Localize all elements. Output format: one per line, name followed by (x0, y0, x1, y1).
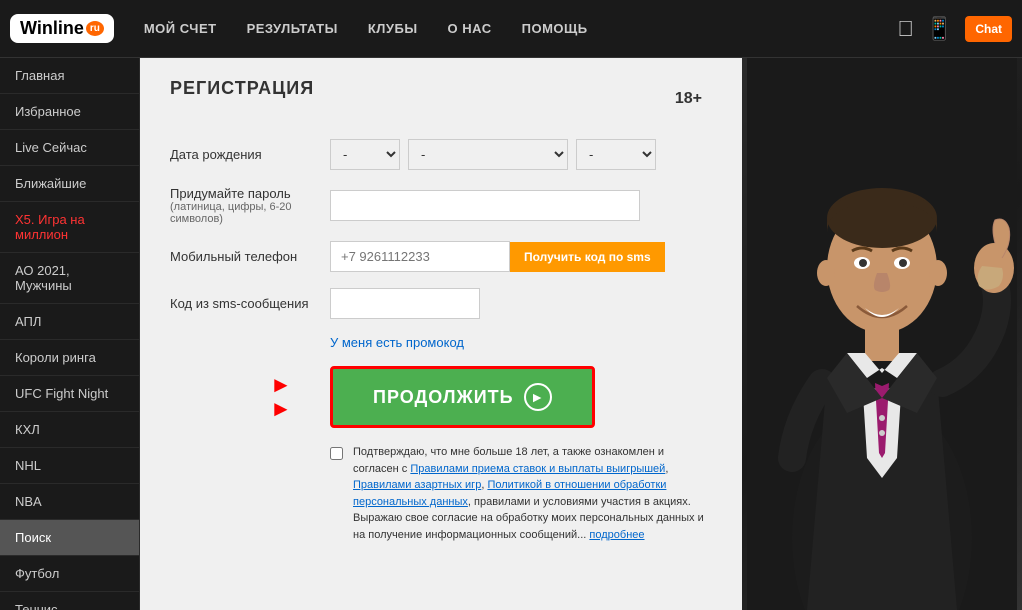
terms-checkbox-row: Подтверждаю, что мне больше 18 лет, а та… (330, 444, 712, 543)
apple-icon[interactable]:  (897, 16, 914, 42)
dob-month-select[interactable]: - (408, 139, 568, 170)
man-figure (747, 58, 1017, 610)
sidebar-item-x5[interactable]: Х5. Игра на миллион (0, 202, 139, 253)
promo-link[interactable]: У меня есть промокод (330, 335, 712, 350)
android-icon[interactable]: 📱 (926, 16, 953, 42)
password-hint: (латиница, цифры, 6-20 символов) (170, 201, 330, 225)
nav-about[interactable]: О НАС (448, 21, 492, 36)
continue-label: ПРОДОЛЖИТЬ (373, 387, 514, 408)
password-row: Придумайте пароль (латиница, цифры, 6-20… (170, 186, 712, 225)
terms-link-2[interactable]: Правилами азартных игр (353, 479, 481, 491)
nav-help[interactable]: ПОМОЩЬ (522, 21, 588, 36)
header: Winline ru МОЙ СЧЕТ РЕЗУЛЬТАТЫ КЛУБЫ О Н… (0, 0, 1022, 58)
sms-code-input[interactable] (330, 288, 480, 319)
header-right:  📱 Chat (897, 16, 1012, 42)
main-layout: Главная Избранное Live Сейчас Ближайшие … (0, 58, 1022, 610)
sms-button[interactable]: Получить код по sms (510, 242, 665, 272)
continue-arrow-icon: ► (524, 383, 552, 411)
continue-btn-wrapper: ► ► ПРОДОЛЖИТЬ ► (330, 366, 595, 428)
sidebar-item-khl[interactable]: КХЛ (0, 412, 139, 448)
nav-clubs[interactable]: КЛУБЫ (368, 21, 418, 36)
more-link[interactable]: подробнее (589, 529, 644, 541)
dob-day-select[interactable]: - (330, 139, 400, 170)
arrow-icon-1: ► (270, 374, 292, 396)
sidebar-item-ufc[interactable]: UFC Fight Night (0, 376, 139, 412)
phone-label: Мобильный телефон (170, 249, 330, 264)
nav-results[interactable]: РЕЗУЛЬТАТЫ (247, 21, 338, 36)
dob-label: Дата рождения (170, 147, 330, 162)
dob-year-select[interactable]: - (576, 139, 656, 170)
arrow-indicators: ► ► (270, 374, 292, 420)
phone-input[interactable] (330, 241, 510, 272)
content-area: РЕГИСТРАЦИЯ 18+ Дата рождения - - - (140, 58, 742, 610)
registration-title: РЕГИСТРАЦИЯ (170, 78, 314, 99)
sidebar-item-favorites[interactable]: Избранное (0, 94, 139, 130)
sidebar-item-apl[interactable]: АПЛ (0, 304, 139, 340)
terms-link-1[interactable]: Правилами приема ставок и выплаты выигры… (410, 463, 665, 475)
sidebar: Главная Избранное Live Сейчас Ближайшие … (0, 58, 140, 610)
right-image-area (742, 58, 1022, 610)
sidebar-item-search[interactable]: Поиск (0, 520, 139, 556)
logo-text: Winline (20, 18, 84, 39)
nav-links: МОЙ СЧЕТ РЕЗУЛЬТАТЫ КЛУБЫ О НАС ПОМОЩЬ (144, 21, 898, 36)
logo[interactable]: Winline ru (10, 14, 114, 43)
sidebar-item-tennis[interactable]: Теннис (0, 592, 139, 610)
chat-button[interactable]: Chat (965, 16, 1012, 42)
date-selects: - - - (330, 139, 656, 170)
sms-code-label: Код из sms-сообщения (170, 296, 330, 311)
password-input[interactable] (330, 190, 640, 221)
phone-input-group: Получить код по sms (330, 241, 665, 272)
age-badge: 18+ (675, 90, 702, 108)
sidebar-item-home[interactable]: Главная (0, 58, 139, 94)
phone-row: Мобильный телефон Получить код по sms (170, 241, 712, 272)
sidebar-item-boxing[interactable]: Короли ринга (0, 340, 139, 376)
sidebar-item-nba[interactable]: NBA (0, 484, 139, 520)
sidebar-item-nhl[interactable]: NHL (0, 448, 139, 484)
sidebar-item-upcoming[interactable]: Ближайшие (0, 166, 139, 202)
terms-text: Подтверждаю, что мне больше 18 лет, а та… (353, 444, 712, 543)
continue-button[interactable]: ПРОДОЛЖИТЬ ► (330, 366, 595, 428)
sms-code-row: Код из sms-сообщения (170, 288, 712, 319)
sidebar-item-ao2021[interactable]: АО 2021, Мужчины (0, 253, 139, 304)
arrow-icon-2: ► (270, 398, 292, 420)
password-label: Придумайте пароль (латиница, цифры, 6-20… (170, 186, 330, 225)
dob-row: Дата рождения - - - (170, 139, 712, 170)
logo-badge: ru (86, 21, 104, 36)
sidebar-item-football[interactable]: Футбол (0, 556, 139, 592)
terms-checkbox[interactable] (330, 447, 343, 460)
nav-my-account[interactable]: МОЙ СЧЕТ (144, 21, 217, 36)
registration-form: РЕГИСТРАЦИЯ 18+ Дата рождения - - - (140, 58, 742, 610)
sidebar-item-live[interactable]: Live Сейчас (0, 130, 139, 166)
